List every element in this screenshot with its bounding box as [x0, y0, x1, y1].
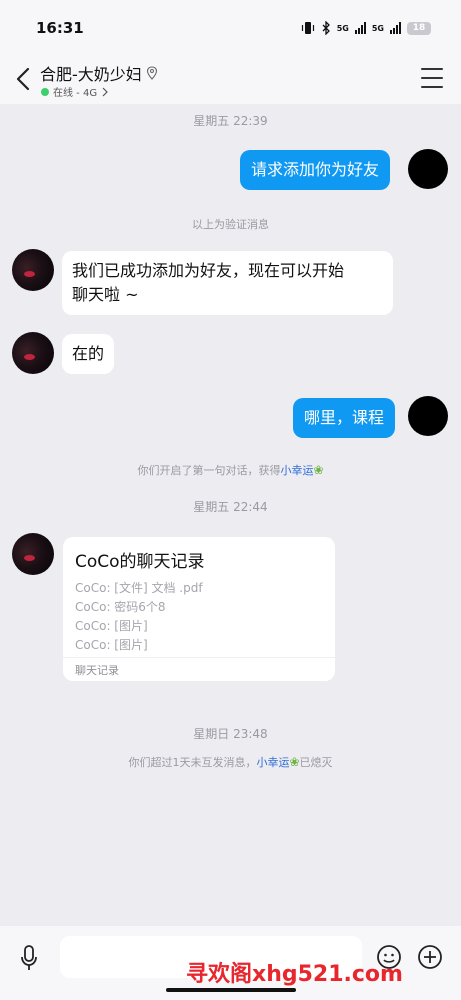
system-notice-text: 你们超过1天未互发消息， — [128, 756, 257, 769]
chat-record-line: CoCo: 密码6个8 — [75, 600, 166, 614]
sprout-icon: ❀ — [313, 463, 324, 477]
signal-1-label: 5G — [336, 23, 349, 33]
chat-record-line: CoCo: [图片] — [75, 619, 148, 633]
incoming-message-line-2: 聊天啦 ~ — [72, 285, 139, 304]
timestamp: 星期五 22:44 — [193, 500, 268, 514]
contact-avatar[interactable] — [12, 332, 54, 374]
incoming-message-line-1: 我们已成功添加为好友，现在可以开始 — [72, 261, 345, 280]
online-dot-icon — [41, 87, 49, 96]
contact-title[interactable]: 合肥-大奶少妇 — [40, 61, 158, 85]
outgoing-message[interactable]: 请求添加你为好友 — [240, 150, 391, 190]
chat-header: 合肥-大奶少妇 在线 - 4G — [0, 56, 461, 104]
chat-record-footer: 聊天记录 — [63, 657, 335, 681]
contact-avatar[interactable] — [12, 533, 54, 575]
contact-avatar[interactable] — [12, 249, 54, 291]
online-status[interactable]: 在线 - 4G — [41, 84, 109, 99]
location-pin-icon — [146, 66, 157, 80]
system-notice-suffix: 已熄灭 — [299, 756, 333, 769]
chat-record-line: CoCo: [图片] — [75, 638, 148, 652]
home-indicator[interactable] — [166, 988, 296, 992]
incoming-message[interactable]: 在的 — [62, 334, 115, 374]
outgoing-message[interactable]: 哪里，课程 — [293, 398, 396, 438]
incoming-message[interactable]: 我们已成功添加为好友，现在可以开始 聊天啦 ~ — [62, 251, 393, 315]
back-arrow-icon[interactable] — [12, 64, 36, 94]
chat-screen: 16:31 5G 5G 18 合肥-大奶少妇 在线 - 4G 星期五 22:39… — [0, 0, 461, 1000]
verify-note: 以上为验证消息 — [192, 218, 269, 231]
lucky-link[interactable]: 小幸运 — [256, 756, 289, 769]
timestamp: 星期日 23:48 — [193, 727, 268, 741]
signal-2-icon — [390, 22, 401, 34]
system-notice-text: 你们开启了第一句对话，获得 — [137, 464, 281, 477]
signal-1-icon — [354, 22, 366, 34]
chevron-right-icon — [102, 87, 108, 96]
battery-icon: 18 — [407, 21, 431, 35]
status-bar: 16:31 5G 5G 18 — [0, 0, 461, 56]
menu-icon[interactable] — [421, 68, 443, 88]
watermark: 寻欢阁xhg521.com — [186, 962, 403, 987]
sprout-icon: ❀ — [289, 755, 300, 769]
system-notice-first-chat: 你们开启了第一句对话，获得小幸运❀ — [0, 462, 461, 478]
my-avatar[interactable] — [408, 149, 448, 189]
system-notice-expired: 你们超过1天未互发消息，小幸运❀已熄灭 — [0, 754, 461, 770]
vibrate-icon — [301, 22, 314, 34]
status-time: 16:31 — [36, 19, 84, 37]
plus-circle-icon[interactable] — [417, 944, 443, 970]
online-status-text: 在线 - 4G — [53, 88, 98, 99]
bluetooth-icon — [322, 21, 330, 35]
my-avatar[interactable] — [408, 396, 448, 436]
chat-record-line: CoCo: [文件] 文档 .pdf — [75, 581, 203, 595]
chat-record-title: CoCo的聊天记录 — [75, 552, 205, 572]
chat-record-card[interactable]: CoCo的聊天记录 CoCo: [文件] 文档 .pdf CoCo: 密码6个8… — [63, 537, 335, 681]
lucky-link[interactable]: 小幸运 — [280, 464, 313, 477]
signal-2-label: 5G — [371, 23, 384, 33]
timestamp: 星期五 22:39 — [193, 114, 268, 128]
contact-name: 合肥-大奶少妇 — [40, 65, 142, 84]
microphone-icon[interactable] — [19, 944, 39, 972]
system-icons: 5G 5G 18 — [301, 21, 431, 35]
